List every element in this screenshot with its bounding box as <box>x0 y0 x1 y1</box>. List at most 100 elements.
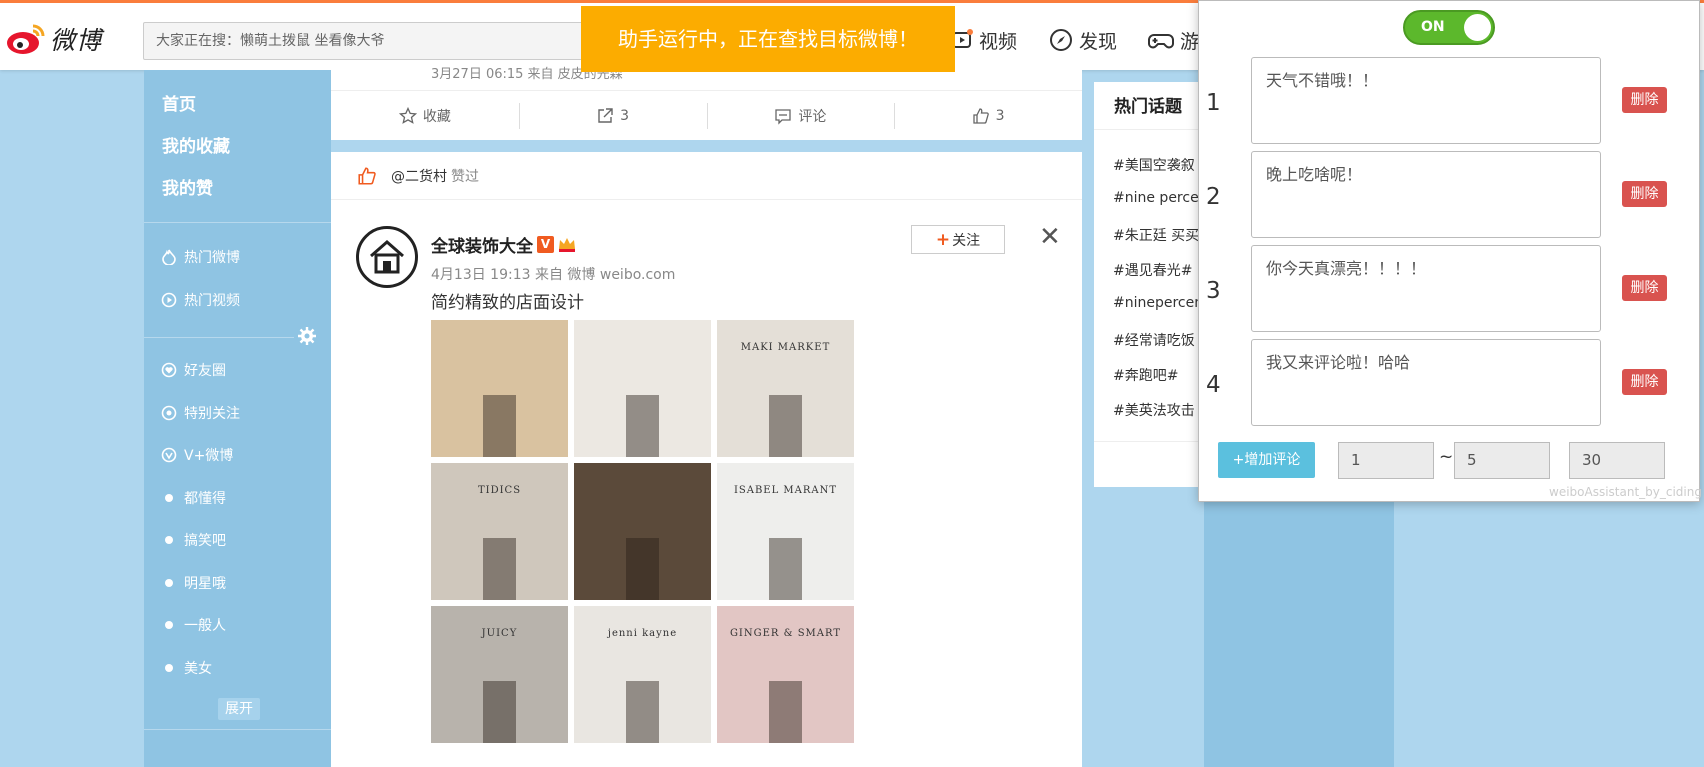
nav-video[interactable]: 视频 <box>951 27 1017 53</box>
compass-icon <box>1050 29 1072 51</box>
range-max-input[interactable]: 5 <box>1454 442 1550 479</box>
sidebar-item-hot-video[interactable]: 热门视频 <box>160 289 240 311</box>
sidebar-item-vplus[interactable]: V+微博 <box>160 444 233 466</box>
photo-sign-text: jenni kayne <box>607 628 678 639</box>
weibo-logo[interactable]: 微博 <box>6 21 102 57</box>
liked-suffix: 赞过 <box>451 168 479 185</box>
post-photo[interactable] <box>574 320 711 457</box>
delete-comment-button[interactable]: 删除 <box>1622 181 1667 207</box>
hot-topic-item[interactable]: #美英法攻击 <box>1113 400 1203 420</box>
thumbs-up-icon <box>973 107 989 124</box>
comment-textarea[interactable]: 我又来评论啦！哈哈 <box>1251 339 1601 426</box>
sidebar-item-home[interactable]: 首页 <box>162 90 196 115</box>
follow-button[interactable]: + 关注 <box>911 225 1005 254</box>
poster-name-text: 全球装饰大全 <box>431 237 533 257</box>
sidebar-item-label: 都懂得 <box>184 491 226 507</box>
photo-storefront-shape <box>769 395 802 457</box>
hot-topic-item[interactable]: #奔跑吧# <box>1113 365 1203 385</box>
hot-topic-item[interactable]: #nine percen <box>1113 190 1203 206</box>
close-icon[interactable]: ✕ <box>1039 222 1061 252</box>
post-photo[interactable]: GINGER & SMART <box>717 606 854 743</box>
hot-topic-item[interactable]: #经常请吃饭 <box>1113 330 1203 350</box>
post-text: 简约精致的店面设计 <box>431 293 584 313</box>
sidebar-item-hot-weibo[interactable]: 热门微博 <box>160 246 240 268</box>
play-icon <box>160 291 178 309</box>
hot-topic-item[interactable]: #遇见春光# <box>1113 260 1203 280</box>
sidebar-item-label: V+微博 <box>184 448 234 464</box>
toggle-label: ON <box>1421 19 1445 35</box>
nav-game[interactable]: 游 <box>1148 27 1199 53</box>
comment-textarea[interactable]: 你今天真漂亮！！！！ <box>1251 245 1601 332</box>
sidebar-item-group[interactable]: 搞笑吧 <box>160 529 226 551</box>
repost-count: 3 <box>620 107 630 124</box>
sidebar-item-group[interactable]: 美女 <box>160 657 212 679</box>
post-photo[interactable] <box>574 463 711 600</box>
sidebar-divider <box>144 337 294 338</box>
photo-storefront-shape <box>769 681 802 743</box>
left-sidebar: 首页 我的收藏 我的赞 热门微博 热门视频 好友圈 特别关注 V+微博 都懂得 … <box>144 70 331 767</box>
avatar[interactable] <box>356 226 418 288</box>
photo-storefront-shape <box>483 395 516 457</box>
post-meta: 4月13日 19:13 来自 微博 weibo.com <box>431 267 676 283</box>
gamepad-icon <box>1148 34 1174 49</box>
expand-groups-button[interactable]: 展开 <box>218 698 260 720</box>
delete-comment-button[interactable]: 删除 <box>1622 275 1667 301</box>
sidebar-item-special-follow[interactable]: 特别关注 <box>160 402 240 424</box>
assistant-status-toast: 助手运行中，正在查找目标微博！ <box>581 6 955 72</box>
photo-grid: MAKI MARKET TIDICS ISABEL MARANT JUICY jenni… <box>431 320 858 744</box>
sidebar-item-favorites[interactable]: 我的收藏 <box>162 132 230 157</box>
comment-textarea[interactable]: 晚上吃啥呢！ <box>1251 151 1601 238</box>
hot-topic-item[interactable]: #美国空袭叙 <box>1113 155 1203 175</box>
post-photo[interactable]: JUICY <box>431 606 568 743</box>
repost-button[interactable]: 3 <box>518 91 707 140</box>
delete-comment-button[interactable]: 删除 <box>1622 87 1667 113</box>
gear-icon[interactable] <box>298 327 316 345</box>
post-card: @二货村 赞过 全球装饰大全 V 4月13日 19:13 来自 微博 weibo… <box>331 152 1082 767</box>
range-min-input[interactable]: 1 <box>1338 442 1434 479</box>
interval-input[interactable]: 30 <box>1569 442 1665 479</box>
liked-by-user[interactable]: @二货村 <box>391 166 447 186</box>
sidebar-item-group[interactable]: 明星哦 <box>160 572 226 594</box>
nav-video-label: 视频 <box>979 30 1018 53</box>
like-count: 3 <box>995 107 1005 124</box>
post-photo[interactable]: jenni kayne <box>574 606 711 743</box>
share-icon <box>598 107 613 123</box>
nav-discover[interactable]: 发现 <box>1049 27 1117 53</box>
sidebar-item-likes[interactable]: 我的赞 <box>162 174 213 199</box>
comment-index: 2 <box>1206 184 1221 210</box>
photo-storefront-shape <box>483 538 516 600</box>
sidebar-item-group[interactable]: 都懂得 <box>160 487 226 509</box>
dot-icon <box>160 489 178 507</box>
post-photo[interactable]: MAKI MARKET <box>717 320 854 457</box>
hot-topic-item[interactable]: #ninepercent <box>1113 295 1203 311</box>
logo-text: 微博 <box>50 26 103 55</box>
comment-label: 评论 <box>798 108 827 125</box>
post-photo[interactable]: ISABEL MARANT <box>717 463 854 600</box>
comment-textarea[interactable]: 天气不错哦！！ <box>1251 57 1601 144</box>
comment-index: 1 <box>1206 90 1221 116</box>
photo-sign-text: ISABEL MARANT <box>733 485 838 496</box>
sidebar-item-friends[interactable]: 好友圈 <box>160 359 226 381</box>
like-button[interactable]: 3 <box>894 91 1082 140</box>
poster-name[interactable]: 全球装饰大全 V <box>431 232 577 257</box>
on-off-toggle[interactable]: ON <box>1403 10 1495 45</box>
hot-topic-item[interactable]: #朱正廷 买买 <box>1113 225 1203 245</box>
photo-storefront-shape <box>626 538 659 600</box>
weibo-assistant-panel: ON 1 天气不错哦！！ 删除 2 晚上吃啥呢！ 删除 3 你今天真漂亮！！！！… <box>1198 0 1702 502</box>
post-photo[interactable] <box>431 320 568 457</box>
delete-comment-button[interactable]: 删除 <box>1622 369 1667 395</box>
comment-index: 4 <box>1206 372 1221 398</box>
previous-post-card: 3月27日 06:15 来自 皮皮的先森 收藏 3 评论 3 <box>331 67 1082 140</box>
add-comment-button[interactable]: +增加评论 <box>1218 442 1315 478</box>
sidebar-item-label: 美女 <box>184 661 212 677</box>
comment-icon <box>775 108 792 125</box>
nav-game-label: 游 <box>1180 30 1200 53</box>
star-icon <box>398 106 417 124</box>
comment-button[interactable]: 评论 <box>706 91 895 140</box>
sidebar-item-group[interactable]: 一般人 <box>160 614 226 636</box>
sidebar-item-label: 热门微博 <box>184 250 240 266</box>
photo-storefront-shape <box>769 538 802 600</box>
favorite-button[interactable]: 收藏 <box>331 91 519 140</box>
search-input[interactable]: 大家正在搜：懒萌土拨鼠 坐看像大爷 <box>143 22 613 60</box>
post-photo[interactable]: TIDICS <box>431 463 568 600</box>
